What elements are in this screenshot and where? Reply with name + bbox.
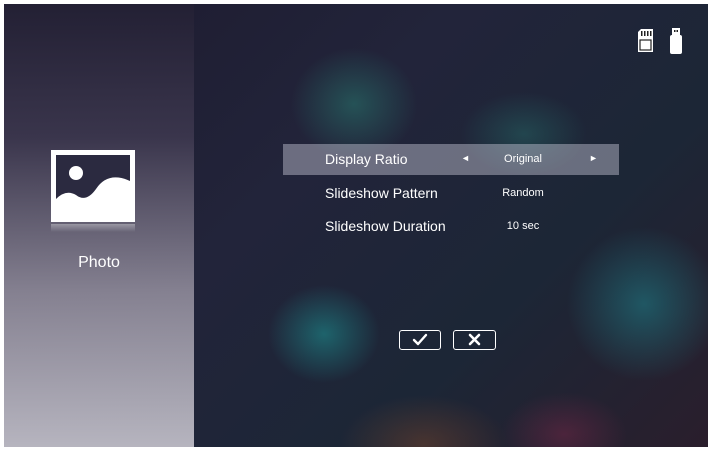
sidebar: Photo: [4, 4, 194, 447]
row-label: Slideshow Duration: [325, 218, 446, 234]
row-value: 10 sec: [506, 220, 540, 232]
menu-row-display-ratio[interactable]: Display Ratio ◄ Original ►: [283, 144, 619, 175]
sd-card-icon: [637, 29, 654, 58]
sidebar-title: Photo: [78, 254, 120, 271]
row-label: Slideshow Pattern: [325, 185, 438, 201]
cancel-button[interactable]: [453, 330, 496, 350]
photo-icon-reflection: [51, 224, 135, 232]
confirm-button[interactable]: [399, 330, 441, 350]
photo-icon: [51, 150, 135, 222]
row-label: Display Ratio: [325, 151, 408, 167]
menu-row-slideshow-pattern[interactable]: Slideshow Pattern Random: [283, 178, 619, 209]
check-icon: [412, 333, 428, 346]
menu-row-slideshow-duration[interactable]: Slideshow Duration 10 sec: [283, 211, 619, 242]
photo-settings-screen: Photo Display Ratio ◄ Original ► Slidesh…: [4, 4, 708, 447]
row-value: Original: [504, 153, 542, 165]
right-arrow-icon[interactable]: ►: [589, 153, 598, 163]
row-value: Random: [502, 187, 544, 199]
left-arrow-icon[interactable]: ◄: [461, 153, 470, 163]
usb-drive-icon: [670, 28, 682, 59]
close-icon: [468, 333, 481, 346]
